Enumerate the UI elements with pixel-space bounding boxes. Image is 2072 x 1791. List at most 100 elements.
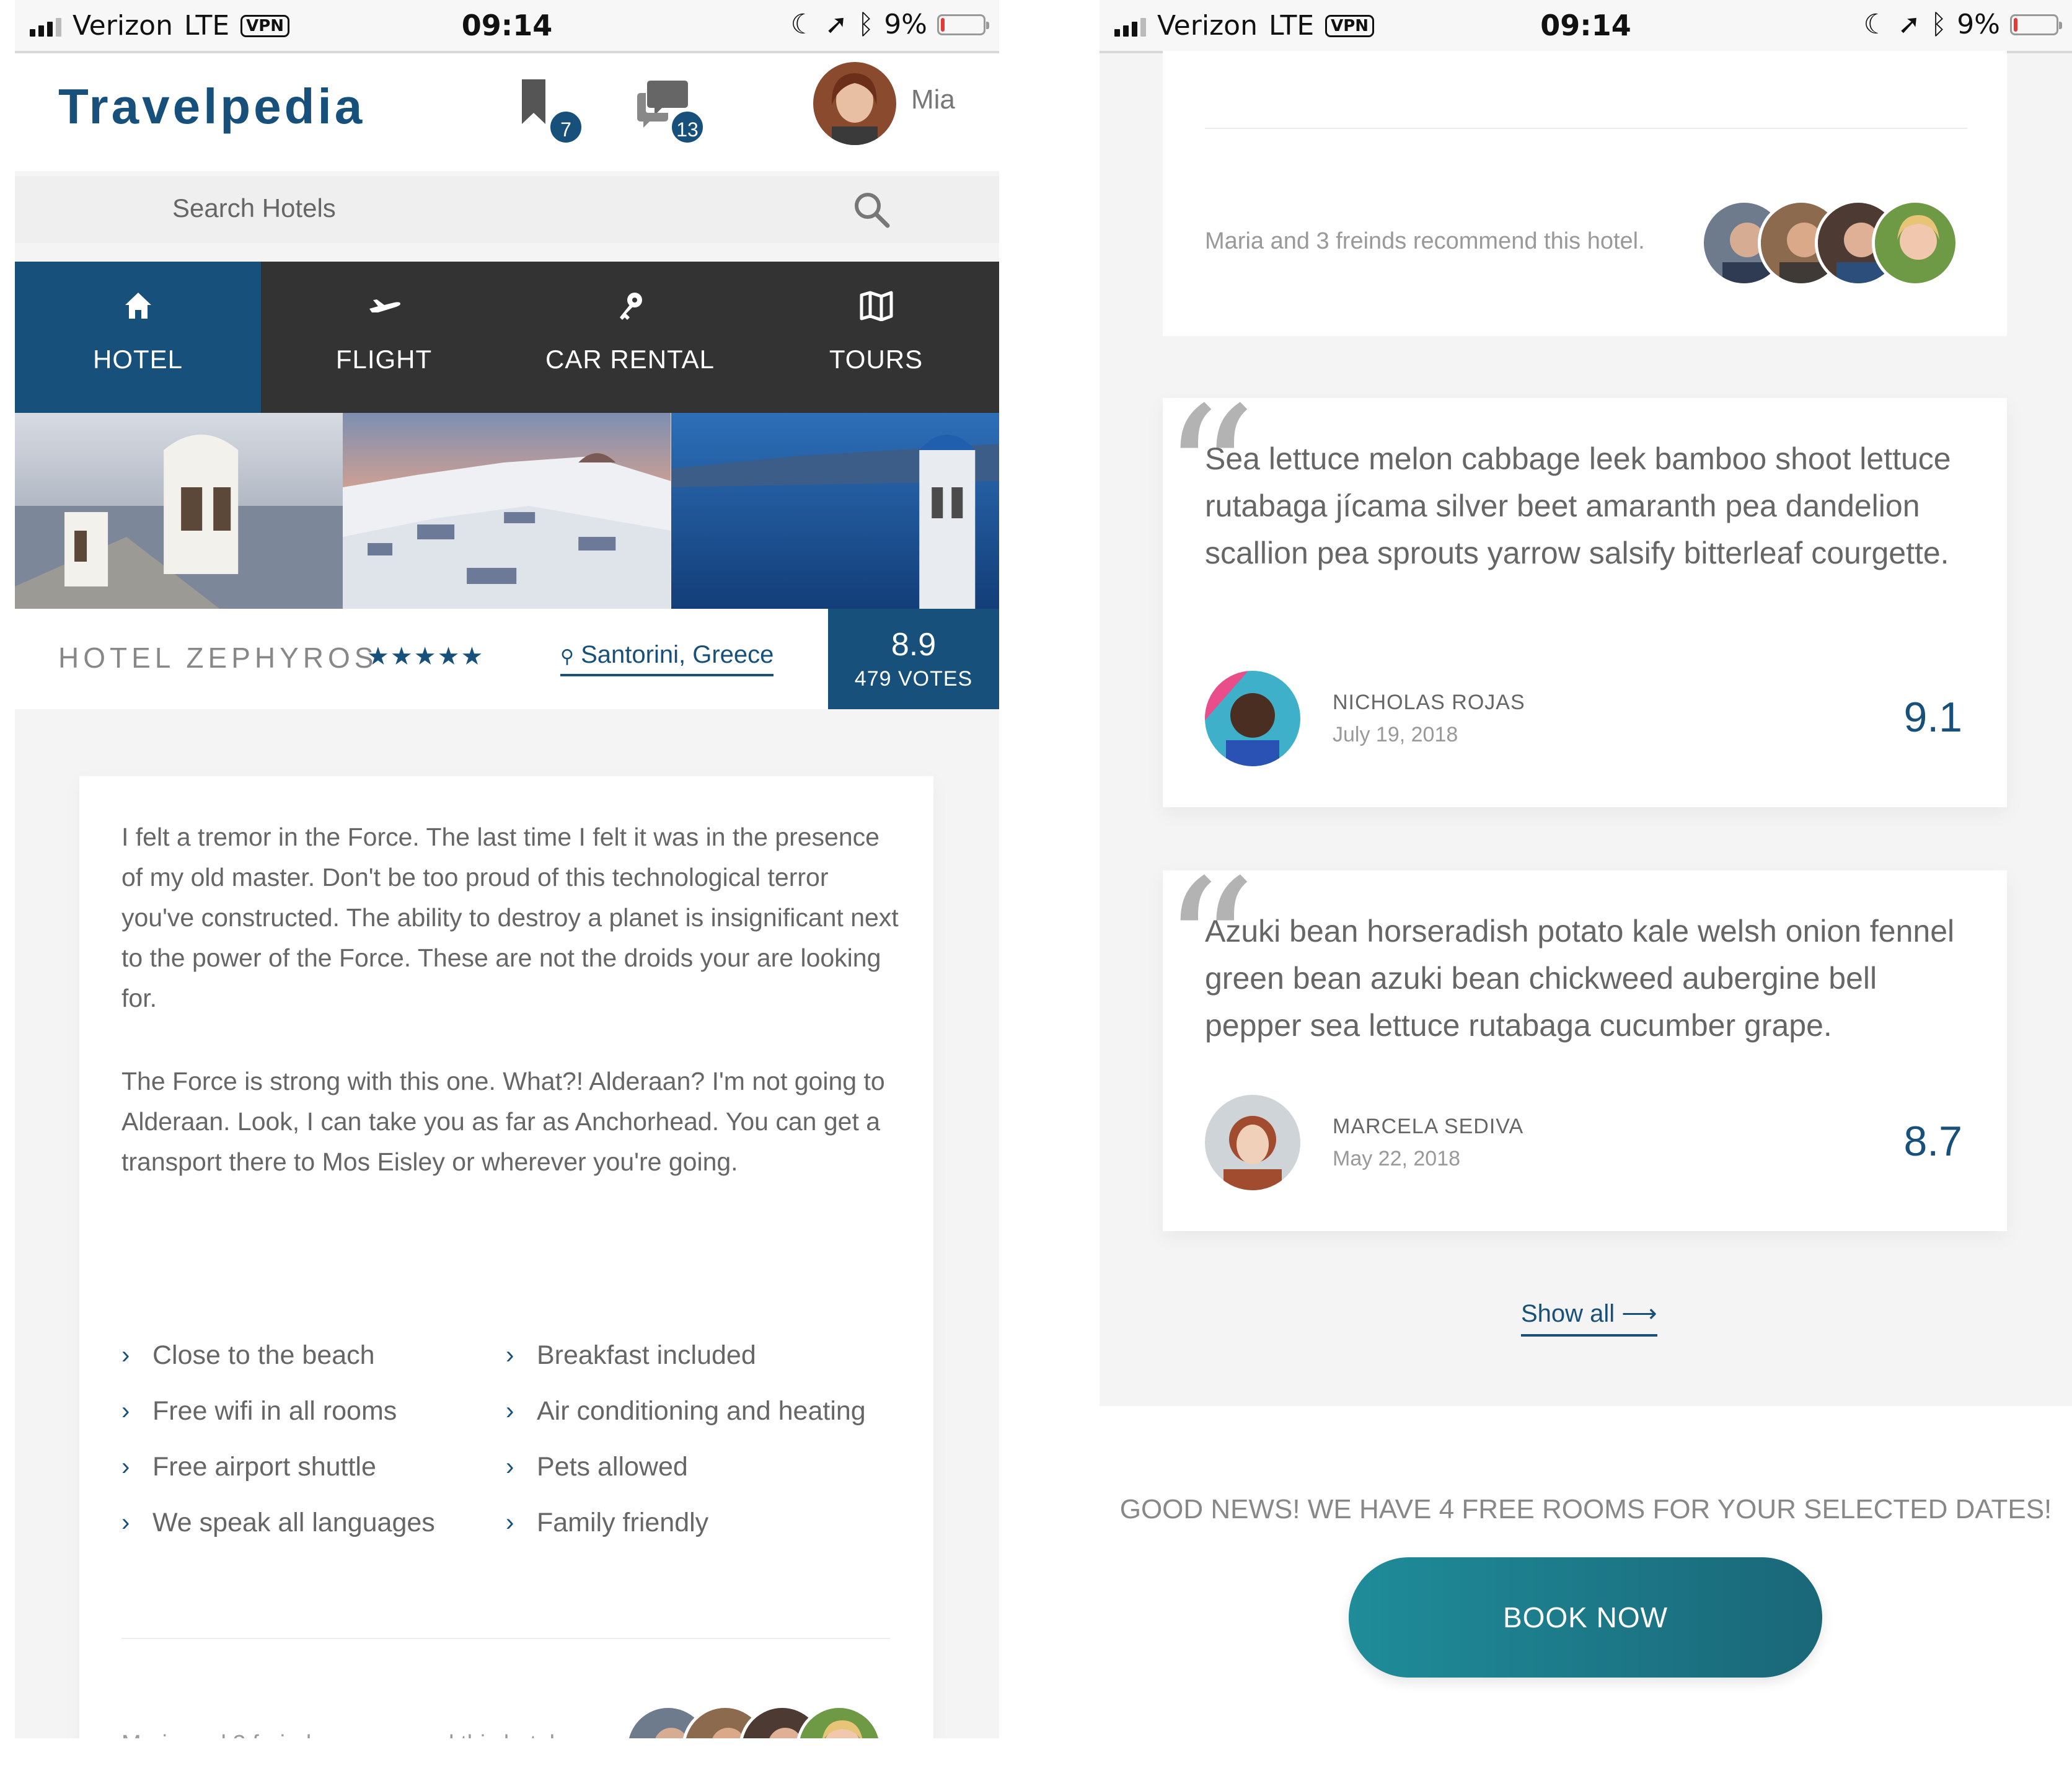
amenity-item: › Air conditioning and heating	[506, 1396, 866, 1426]
messages-badge: 13	[669, 109, 705, 145]
vpn-indicator: VPN	[240, 14, 290, 37]
moon-icon: ☾	[790, 9, 815, 40]
chevron-right-icon: ›	[506, 1397, 514, 1425]
tab-label: HOTEL	[92, 345, 183, 374]
description-paragraph: The Force is strong with this one. What?…	[121, 1067, 885, 1176]
tab-label: CAR RENTAL	[545, 345, 715, 374]
search-input[interactable]: Search Hotels	[172, 193, 336, 223]
battery-icon	[2010, 14, 2062, 35]
chevron-right-icon: ›	[121, 1453, 130, 1480]
chevron-right-icon: ›	[121, 1342, 130, 1369]
status-bar: Verizon LTE VPN 09:14 ☾ ➚ ᛒ 9%	[1100, 0, 2072, 53]
hotel-score: 8.9	[891, 627, 937, 663]
amenity-item: › Breakfast included	[506, 1340, 756, 1370]
network-type: LTE	[1268, 10, 1315, 42]
friend-avatar	[796, 1705, 883, 1738]
divider	[121, 1638, 890, 1639]
battery-level	[2014, 17, 2017, 32]
status-time: 09:14	[461, 9, 553, 42]
phone-screen-left: Verizon LTE VPN 09:14 ☾ ➚ ᛒ 9% Travelped…	[15, 0, 999, 1738]
amenity-item: › Free wifi in all rooms	[121, 1396, 397, 1426]
reviewer-avatar[interactable]	[1205, 1095, 1300, 1190]
user-name[interactable]: Mia	[911, 84, 955, 115]
tab-flight[interactable]: FLIGHT	[261, 262, 507, 413]
app-logo[interactable]: Travelpedia	[58, 78, 365, 135]
tab-hotel[interactable]: HOTEL	[15, 262, 261, 413]
review-date: July 19, 2018	[1333, 723, 1458, 746]
review-score: 9.1	[1903, 694, 1962, 741]
booking-section: GOOD NEWS! WE HAVE 4 FREE ROOMS FOR YOUR…	[1100, 1406, 2072, 1791]
map-pin-icon: ⚲	[560, 647, 574, 667]
location-arrow-icon: ➚	[824, 9, 848, 40]
chevron-right-icon: ›	[506, 1453, 514, 1480]
carrier-name: Verizon	[1157, 10, 1258, 42]
user-avatar[interactable]	[813, 62, 896, 145]
battery-icon	[937, 14, 989, 35]
description-paragraph: I felt a tremor in the Force. The last t…	[121, 823, 899, 1012]
signal-icon	[30, 15, 61, 37]
review-score: 8.7	[1903, 1118, 1962, 1165]
review-card: “ Azuki bean horseradish potato kale wel…	[1162, 856, 2007, 1231]
hotel-location-link[interactable]: ⚲ Santorini, Greece	[560, 641, 774, 676]
network-type: LTE	[183, 10, 230, 42]
moon-icon: ☾	[1863, 9, 1888, 40]
availability-message: GOOD NEWS! WE HAVE 4 FREE ROOMS FOR YOUR…	[1119, 1494, 2052, 1524]
battery-percent: 9%	[884, 9, 927, 40]
chevron-right-icon: ›	[121, 1509, 130, 1536]
search-icon[interactable]	[852, 190, 891, 229]
messages-button[interactable]: 13	[637, 77, 705, 145]
home-icon	[125, 293, 151, 319]
signal-icon	[1114, 15, 1146, 37]
hotel-votes: 479 VOTES	[854, 667, 973, 691]
friends-recommend-text: Maria and 3 freinds recommend this hotel…	[121, 1731, 562, 1738]
amenity-item: › Family friendly	[506, 1508, 709, 1537]
chevron-right-icon: ›	[506, 1342, 514, 1369]
category-tabs: HOTEL FLIGHT CAR RENTAL TOURS	[15, 262, 999, 413]
vpn-indicator: VPN	[1325, 14, 1375, 37]
friend-avatar	[1872, 200, 1959, 286]
bluetooth-icon: ᛒ	[1930, 9, 1947, 40]
friends-recommend-text: Maria and 3 freinds recommend this hotel…	[1205, 228, 1645, 254]
hotel-star-rating: ★★★★★	[367, 643, 485, 670]
chevron-right-icon: ›	[121, 1397, 130, 1425]
review-date: May 22, 2018	[1333, 1147, 1461, 1170]
reviewer-avatar[interactable]	[1205, 671, 1300, 766]
friends-avatars[interactable]	[625, 1705, 883, 1738]
review-text: Sea lettuce melon cabbage leek bamboo sh…	[1205, 441, 1951, 570]
chevron-right-icon: ›	[506, 1509, 514, 1536]
review-card: “ Sea lettuce melon cabbage leek bamboo …	[1162, 383, 2007, 807]
status-bar: Verizon LTE VPN 09:14 ☾ ➚ ᛒ 9%	[15, 0, 999, 53]
review-text: Azuki bean horseradish potato kale welsh…	[1205, 914, 1955, 1043]
phone-screen-right: Verizon LTE VPN 09:14 ☾ ➚ ᛒ 9% Maria and…	[1100, 0, 2072, 1791]
tab-label: TOURS	[829, 345, 924, 374]
hotel-photo-1[interactable]	[15, 413, 343, 609]
amenity-item: › Pets allowed	[506, 1452, 688, 1482]
key-icon	[619, 293, 642, 320]
friends-avatars[interactable]	[1701, 200, 1959, 286]
status-time: 09:14	[1540, 9, 1631, 42]
hotel-score-box: 8.9 479 VOTES	[828, 609, 999, 709]
bookmarks-badge: 7	[548, 109, 584, 145]
divider	[1205, 128, 1967, 129]
reviewer-name: NICHOLAS ROJAS	[1333, 691, 1525, 714]
bookmarks-button[interactable]: 7	[516, 77, 584, 145]
amenity-item: › Close to the beach	[121, 1340, 375, 1370]
tab-tours[interactable]: TOURS	[753, 262, 999, 413]
show-all-link[interactable]: Show all ⟶	[1521, 1299, 1657, 1337]
hotel-location: Santorini, Greece	[581, 641, 774, 668]
location-arrow-icon: ➚	[1897, 9, 1921, 40]
map-icon	[860, 291, 893, 321]
hotel-name: HOTEL ZEPHYROS	[58, 642, 378, 674]
hotel-photo-3[interactable]	[671, 413, 999, 609]
hotel-photo-gallery	[15, 413, 999, 609]
battery-percent: 9%	[1957, 9, 2000, 40]
amenity-item: › Free airport shuttle	[121, 1452, 376, 1482]
search-bar[interactable]: Search Hotels	[15, 176, 999, 243]
tab-car-rental[interactable]: CAR RENTAL	[507, 262, 753, 413]
bluetooth-icon: ᛒ	[857, 9, 875, 40]
book-now-button[interactable]: BOOK NOW	[1349, 1557, 1822, 1678]
hotel-photo-2[interactable]	[343, 413, 671, 609]
amenity-item: › We speak all languages	[121, 1508, 435, 1537]
recommendation-card: Maria and 3 freinds recommend this hotel…	[1163, 51, 2007, 336]
description-card: I felt a tremor in the Force. The last t…	[79, 776, 933, 1738]
